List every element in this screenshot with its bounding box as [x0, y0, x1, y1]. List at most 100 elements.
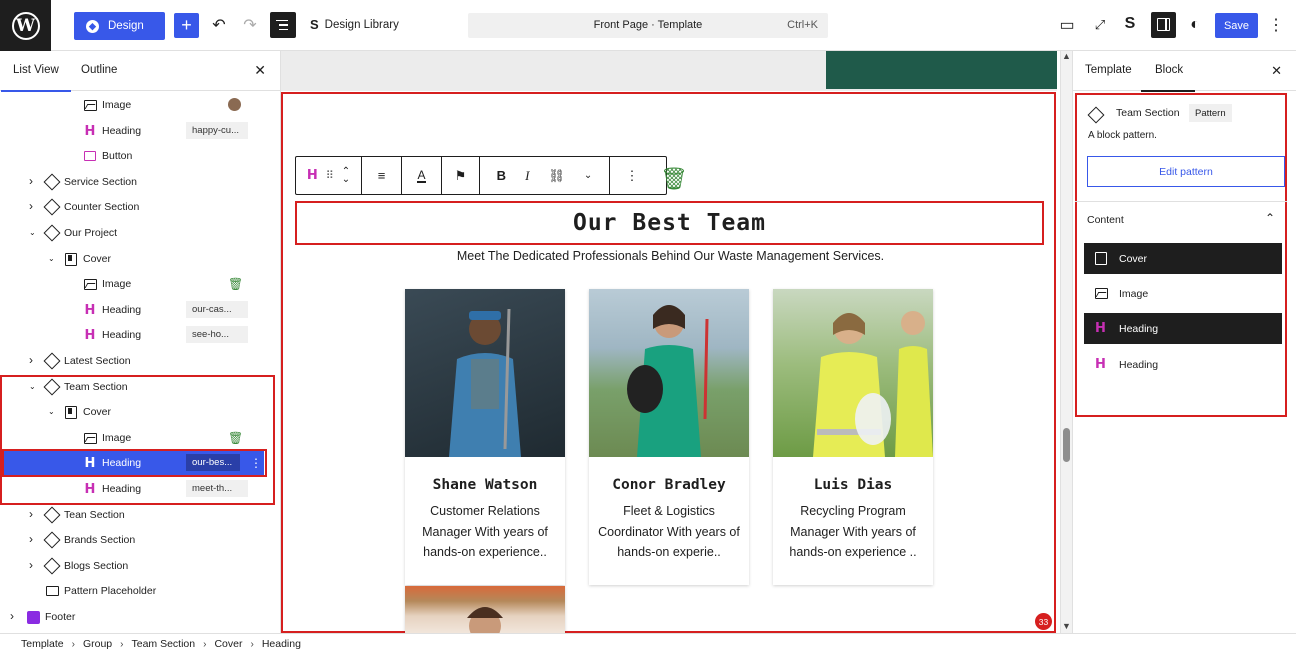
- list-view-row[interactable]: Pattern Placeholder: [0, 579, 280, 603]
- chevron-down-icon[interactable]: ⌄: [584, 170, 592, 181]
- canvas-scrollbar[interactable]: ▲ ▼: [1060, 51, 1072, 633]
- list-view-row[interactable]: H Heading see-ho...: [0, 323, 280, 347]
- list-view-row[interactable]: › Tean Section: [0, 503, 280, 527]
- chevron-up-icon[interactable]: ⌃: [1265, 211, 1275, 225]
- chevron-down-icon[interactable]: ⌄: [48, 254, 55, 263]
- breadcrumb-item[interactable]: Team Section: [131, 638, 195, 650]
- move-up-down-icon[interactable]: ⌃ ⌄: [342, 166, 350, 184]
- add-block-button[interactable]: +: [174, 13, 199, 38]
- flag-button[interactable]: ⚑: [442, 157, 480, 194]
- list-view-row[interactable]: › Blogs Section: [0, 554, 280, 578]
- team-section-block[interactable]: H ⠿ ⌃ ⌄ ≡ A ⚑ B I ⛓ ⌄ ⋮ 🗑 Our Best Team M…: [281, 92, 1056, 633]
- redo-button[interactable]: ↷: [241, 16, 259, 34]
- list-view-row[interactable]: Image 🗑: [0, 426, 280, 450]
- design-library-button[interactable]: S Design Library: [310, 17, 399, 32]
- team-heading[interactable]: Our Best Team: [295, 201, 1044, 245]
- list-view-row[interactable]: H Heading meet-th...: [0, 477, 280, 501]
- chevron-right-icon[interactable]: ›: [29, 507, 33, 521]
- list-view-row[interactable]: H Heading our-bes... ⋮: [0, 451, 280, 475]
- breadcrumb-item[interactable]: Cover: [214, 638, 242, 650]
- design-button[interactable]: ◆ Design: [74, 12, 165, 40]
- link-icon[interactable]: ⛓: [548, 168, 565, 184]
- member-name: Shane Watson: [432, 477, 538, 493]
- list-view-row[interactable]: › Service Section: [0, 170, 280, 194]
- heading-icon: H: [84, 481, 96, 497]
- content-item-heading[interactable]: H Heading: [1084, 349, 1282, 380]
- styles-button[interactable]: ◐: [1186, 16, 1204, 34]
- stackable-button[interactable]: S: [1121, 15, 1139, 33]
- chevron-down-icon[interactable]: ⌄: [29, 382, 36, 391]
- edit-pattern-label: Edit pattern: [1159, 165, 1213, 178]
- heading-icon: H: [84, 455, 96, 471]
- close-icon[interactable]: ✕: [254, 62, 266, 79]
- scroll-down-icon[interactable]: ▼: [1062, 621, 1071, 631]
- content-item-cover[interactable]: Cover: [1084, 243, 1282, 274]
- list-view-row[interactable]: › Footer: [0, 605, 280, 629]
- team-card: Luis Dias Recycling Program Manager With…: [773, 289, 933, 585]
- save-button[interactable]: Save: [1215, 13, 1258, 38]
- edit-pattern-button[interactable]: Edit pattern: [1087, 156, 1285, 187]
- tab-template[interactable]: Template: [1085, 64, 1132, 76]
- device-preview-button[interactable]: ▭: [1058, 16, 1076, 34]
- list-view-row[interactable]: › Brands Section: [0, 528, 280, 552]
- list-view-row[interactable]: ⌄ Cover: [0, 400, 280, 424]
- undo-button[interactable]: ↶: [210, 16, 228, 34]
- content-item-image[interactable]: Image: [1084, 278, 1282, 309]
- chevron-right-icon[interactable]: ›: [29, 353, 33, 367]
- list-view-row[interactable]: H Heading happy-cu...: [0, 119, 280, 143]
- settings-button[interactable]: [1151, 12, 1176, 38]
- document-overview-button[interactable]: [270, 12, 296, 38]
- chevron-right-icon[interactable]: ›: [29, 532, 33, 546]
- save-label: Save: [1223, 19, 1250, 32]
- list-view-row-label: Heading: [102, 457, 142, 469]
- list-view-row[interactable]: › Latest Section: [0, 349, 280, 373]
- list-view-row[interactable]: ⌄ Cover: [0, 247, 280, 271]
- chevron-down-icon[interactable]: ⌄: [29, 228, 36, 237]
- more-vertical-icon: ⋮: [625, 167, 639, 183]
- list-view-icon: [276, 19, 288, 22]
- scrollbar-thumb[interactable]: [1063, 428, 1070, 462]
- chevron-right-icon[interactable]: ›: [10, 609, 14, 623]
- cover-icon: [1095, 252, 1107, 265]
- list-view-row[interactable]: › Counter Section: [0, 195, 280, 219]
- chevron-down-icon[interactable]: ⌄: [48, 407, 55, 416]
- list-view-row[interactable]: Button: [0, 144, 280, 168]
- bold-icon[interactable]: B: [497, 168, 506, 183]
- tab-outline[interactable]: Outline: [81, 64, 117, 76]
- heading-icon[interactable]: H: [307, 168, 318, 183]
- contrast-icon: ◐: [1190, 16, 1200, 33]
- view-site-button[interactable]: ⤢: [1091, 16, 1109, 34]
- content-section-title[interactable]: Content: [1087, 214, 1124, 226]
- align-button[interactable]: ≡: [362, 157, 402, 194]
- breadcrumb-item[interactable]: Heading: [262, 638, 301, 650]
- chevron-right-icon[interactable]: ›: [29, 558, 33, 572]
- list-view-row[interactable]: H Heading our-cas...: [0, 298, 280, 322]
- command-palette[interactable]: Front Page · Template Ctrl+K: [468, 13, 828, 38]
- team-subtitle[interactable]: Meet The Dedicated Professionals Behind …: [283, 249, 1057, 263]
- options-button[interactable]: ⋮: [1268, 16, 1284, 34]
- editor-canvas[interactable]: H ⠿ ⌃ ⌄ ≡ A ⚑ B I ⛓ ⌄ ⋮ 🗑 Our Best Team M…: [281, 51, 1057, 633]
- chevron-right-icon[interactable]: ›: [29, 199, 33, 213]
- breadcrumb-item[interactable]: Group: [83, 638, 112, 650]
- undo-icon: ↶: [212, 17, 226, 34]
- italic-icon[interactable]: I: [525, 168, 529, 184]
- align-center-icon: ≡: [377, 168, 386, 183]
- scroll-up-icon[interactable]: ▲: [1062, 51, 1071, 61]
- block-options-button[interactable]: ⋮: [610, 157, 654, 194]
- list-view-row[interactable]: Image: [0, 93, 280, 117]
- list-view-row[interactable]: ⌄ Our Project: [0, 221, 280, 245]
- tab-block[interactable]: Block: [1140, 64, 1196, 92]
- list-view-row[interactable]: Image 🗑: [0, 272, 280, 296]
- content-item-heading[interactable]: H Heading: [1084, 313, 1282, 344]
- wordpress-logo[interactable]: W: [0, 0, 51, 51]
- text-color-button[interactable]: A: [402, 157, 442, 194]
- list-view-row[interactable]: ⌄ Team Section: [0, 375, 280, 399]
- close-icon[interactable]: ✕: [1271, 63, 1282, 79]
- breadcrumb-item[interactable]: Template: [21, 638, 64, 650]
- chevron-right-icon[interactable]: ›: [29, 174, 33, 188]
- list-view-row-label: Image: [102, 99, 132, 111]
- drag-handle-icon[interactable]: ⠿: [326, 169, 334, 182]
- tab-list-view[interactable]: List View: [1, 64, 71, 92]
- more-vertical-icon[interactable]: ⋮: [250, 456, 262, 470]
- notification-badge[interactable]: 33: [1035, 613, 1052, 630]
